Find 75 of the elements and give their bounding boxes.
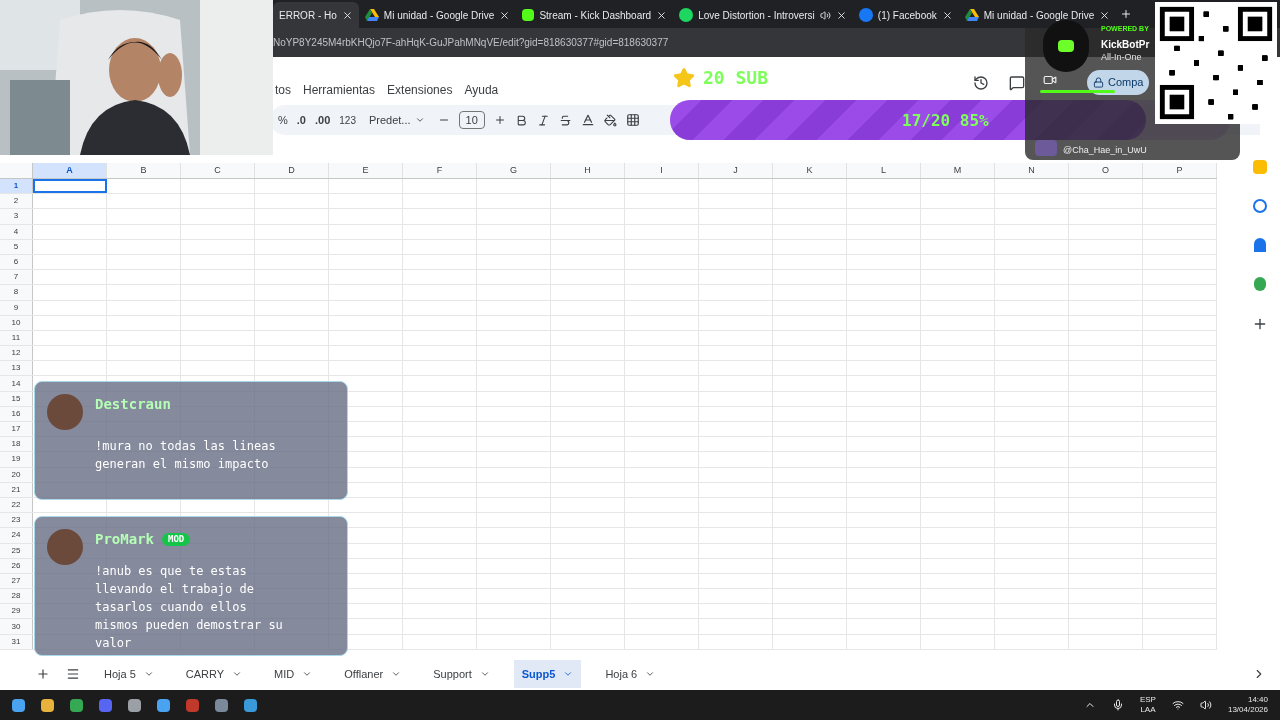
username: ProMark <box>95 530 154 549</box>
row-header[interactable]: 17 <box>0 422 33 437</box>
column-header[interactable]: D <box>255 163 329 178</box>
row-header[interactable]: 30 <box>0 619 33 634</box>
column-header[interactable]: H <box>551 163 625 178</box>
row-header[interactable]: 7 <box>0 270 33 285</box>
sheet-tab[interactable]: Hoja 6 <box>597 659 664 689</box>
percent-button[interactable]: % <box>278 111 288 129</box>
sheet-tab[interactable]: Hoja 5 <box>96 659 162 689</box>
sheet-tab[interactable]: Supp5 <box>513 659 582 689</box>
column-header[interactable]: P <box>1143 163 1217 178</box>
font-size-field[interactable]: 10 <box>458 110 485 130</box>
sheet-tab[interactable]: Support <box>425 659 498 689</box>
mod-badge: MOD <box>162 532 191 547</box>
tab-title: Mi unidad - Google Drive <box>983 8 1095 23</box>
row-header[interactable]: 18 <box>0 437 33 452</box>
column-header[interactable]: G <box>477 163 551 178</box>
url-text: NoYP8Y245M4rbKHQjo7F-ahHqK-GuJPahMNqVE/edit?gid=818630377#gid=818630377 <box>273 36 669 50</box>
share-button[interactable]: Compa <box>1087 70 1150 95</box>
browser-tab[interactable]: ERROR - Ho <box>273 2 359 28</box>
column-header[interactable]: I <box>625 163 699 178</box>
row-header[interactable]: 28 <box>0 589 33 604</box>
column-header[interactable]: O <box>1069 163 1143 178</box>
increase-decimal-button[interactable]: .00 <box>314 111 331 129</box>
browser-tab[interactable]: (1) Facebook <box>852 2 959 28</box>
tab-title: Love Distortion - Introversi <box>698 8 815 23</box>
column-header[interactable]: F <box>403 163 477 178</box>
column-header[interactable]: B <box>107 163 181 178</box>
sheet-tab[interactable]: Offlaner <box>336 659 410 689</box>
font-dropdown[interactable]: Predet... <box>364 111 429 129</box>
row-header[interactable]: 8 <box>0 285 33 300</box>
browser-tab[interactable]: Mi unidad - Google Drive <box>358 2 517 28</box>
column-header[interactable]: N <box>995 163 1069 178</box>
row-header[interactable]: 14 <box>0 376 33 391</box>
menu-item[interactable]: Ayuda <box>464 81 499 99</box>
viewer-name: @Cha_Hae_in_UwU <box>1063 144 1147 157</box>
sub-goal-text: 20 SUB <box>703 66 769 90</box>
sheet-tab[interactable]: CARRY <box>177 659 251 689</box>
column-header[interactable]: L <box>847 163 921 178</box>
column-header[interactable]: E <box>329 163 403 178</box>
column-header[interactable]: C <box>181 163 255 178</box>
tab-title: Stream - Kick Dashboard <box>539 8 652 23</box>
format-button[interactable]: 123 <box>339 112 356 128</box>
menu-item[interactable]: Herramientas <box>303 81 376 99</box>
address-bar[interactable]: NoYP8Y245M4rbKHQjo7F-ahHqK-GuJPahMNqVE/edit?gid=818630377#gid=818630377 <box>273 28 1013 57</box>
row-header[interactable]: 3 <box>0 209 33 224</box>
decrease-decimal-button[interactable]: .0 <box>296 111 306 129</box>
column-header[interactable]: A <box>33 163 107 178</box>
tab-title: (1) Facebook <box>877 8 937 23</box>
browser-tab[interactable]: Stream - Kick Dashboard <box>516 2 674 28</box>
tagline-text: All-In-One <box>1101 51 1142 64</box>
row-header[interactable]: 13 <box>0 361 33 376</box>
row-header[interactable]: 19 <box>0 452 33 467</box>
clock[interactable]: 14:40 13/04/2026 <box>1227 695 1268 715</box>
username: Destcraun <box>95 395 171 414</box>
progress-text: 17/20 85% <box>902 110 989 132</box>
menu-item[interactable]: tos <box>275 81 291 99</box>
menu-item[interactable]: Extensiones <box>387 81 453 99</box>
row-header[interactable]: 24 <box>0 528 33 543</box>
row-header[interactable]: 23 <box>0 513 33 528</box>
column-header[interactable]: M <box>921 163 995 178</box>
chat-message-text: !anub es que te estas llevando el trabajo de tasarlos cuando ellos mismos pueden demostrar su valor <box>95 563 284 652</box>
row-header[interactable]: 1 <box>0 179 33 194</box>
browser-tab[interactable]: Love Distortion - Introversi <box>673 2 853 28</box>
column-header[interactable]: K <box>773 163 847 178</box>
row-header[interactable]: 29 <box>0 604 33 619</box>
chat-message-text: !mura no todas las lineas generan el mismo impacto <box>95 438 277 473</box>
language-indicator[interactable]: ESP LAA <box>1139 695 1156 715</box>
row-header[interactable]: 2 <box>0 194 33 209</box>
tab-title: ERROR - Ho <box>279 8 337 23</box>
sheet-tab[interactable]: MID <box>266 659 321 689</box>
tab-title: Mi unidad - Google Drive <box>383 8 495 23</box>
bot-name-text: KickBotPr <box>1101 38 1150 52</box>
row-header[interactable]: 12 <box>0 346 33 361</box>
column-header[interactable]: J <box>699 163 773 178</box>
